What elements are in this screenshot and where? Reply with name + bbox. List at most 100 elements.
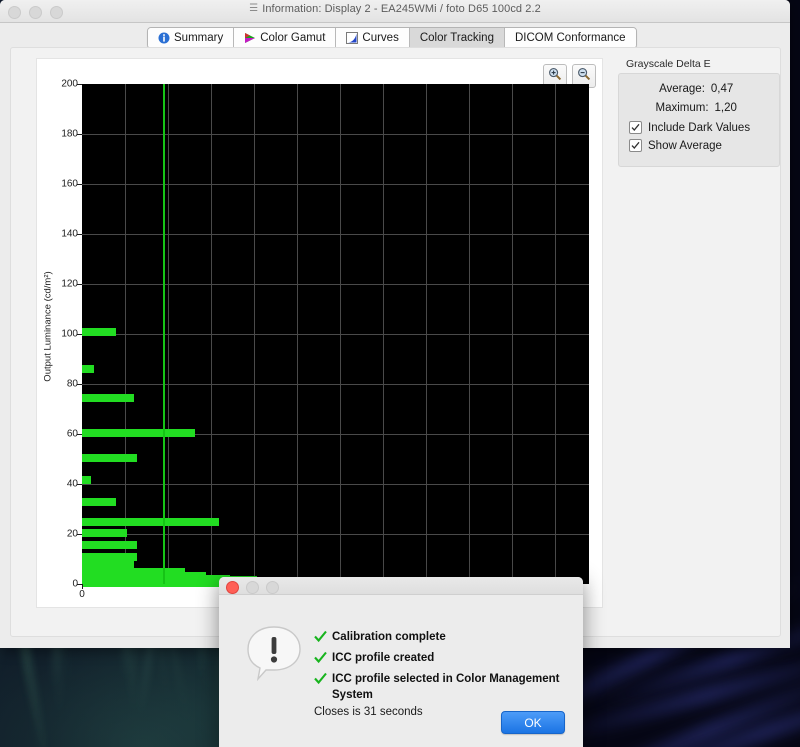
y-axis-tick-mark	[77, 234, 82, 235]
maximize-button[interactable]	[266, 581, 279, 594]
gridline-vertical	[555, 84, 556, 584]
delta-e-chart: Output Luminance (cd/m²) 020406080100120…	[37, 59, 602, 607]
gridline-horizontal	[82, 484, 589, 485]
y-axis-title-text: Output Luminance (cd/m²)	[43, 232, 54, 422]
gridline-horizontal	[82, 284, 589, 285]
y-axis-tick-mark	[77, 534, 82, 535]
gridline-vertical	[254, 84, 255, 584]
x-axis-tick-label: 0	[79, 589, 85, 600]
bar	[82, 328, 116, 336]
dialog-titlebar	[219, 577, 583, 595]
ok-button[interactable]: OK	[501, 711, 565, 734]
y-axis-tick-label: 200	[61, 79, 78, 90]
tab-curves-label: Curves	[362, 32, 398, 44]
gridline-horizontal	[82, 384, 589, 385]
window-titlebar: ☰ Information: Display 2 - EA245WMi / fot…	[0, 0, 790, 23]
gridline-vertical	[125, 84, 126, 584]
y-axis-tick-mark	[77, 484, 82, 485]
message-text: Calibration complete	[332, 629, 446, 645]
tab-curves[interactable]: Curves	[336, 28, 409, 48]
maximum-value: 1,20	[715, 102, 743, 114]
gridline-horizontal	[82, 234, 589, 235]
y-axis-tick-mark	[77, 184, 82, 185]
message-item: ICC profile created	[314, 650, 574, 669]
bar	[82, 529, 127, 537]
information-window: ☰ Information: Display 2 - EA245WMi / fot…	[0, 0, 790, 648]
y-axis-tick-mark	[77, 284, 82, 285]
tab-color-tracking[interactable]: Color Tracking	[410, 28, 505, 48]
close-button[interactable]	[226, 581, 239, 594]
maximum-label: Maximum:	[655, 102, 708, 114]
document-icon: ☰	[249, 3, 258, 14]
y-axis-tick-mark	[77, 84, 82, 85]
average-label: Average:	[659, 83, 705, 95]
y-axis-tick-label: 160	[61, 179, 78, 190]
panel-box: Average: 0,47 Maximum: 1,20 Include Dark…	[618, 73, 780, 167]
gridline-horizontal	[82, 334, 589, 335]
y-axis-tick-mark	[77, 384, 82, 385]
dialog-traffic-lights[interactable]	[226, 581, 279, 594]
check-icon	[314, 651, 327, 669]
bar	[82, 476, 91, 484]
average-line	[163, 84, 165, 584]
checkbox-checked-icon	[629, 121, 642, 134]
tab-summary-label: Summary	[174, 32, 223, 44]
tab-color-tracking-label: Color Tracking	[420, 32, 494, 44]
gridline-vertical	[168, 84, 169, 584]
tab-color-gamut-label: Color Gamut	[260, 32, 325, 44]
y-axis-tick-mark	[77, 434, 82, 435]
message-text: ICC profile created	[332, 650, 434, 666]
y-axis-tick-label: 120	[61, 279, 78, 290]
bar	[82, 518, 219, 526]
y-axis-tick-label: 100	[61, 329, 78, 340]
y-axis-tick-label: 140	[61, 229, 78, 240]
gridline-vertical	[297, 84, 298, 584]
gridline-vertical	[383, 84, 384, 584]
dialog-body: Calibration complete ICC profile created…	[219, 595, 583, 747]
calibration-complete-dialog: Calibration complete ICC profile created…	[219, 577, 583, 747]
average-value: 0,47	[711, 83, 739, 95]
gridline-horizontal	[82, 134, 589, 135]
show-average-checkbox[interactable]: Show Average	[629, 139, 769, 152]
y-axis-tick-mark	[77, 134, 82, 135]
countdown-text: Closes is 31 seconds	[314, 706, 423, 718]
show-average-label: Show Average	[648, 140, 722, 152]
y-axis-title: Output Luminance (cd/m²)	[39, 59, 53, 607]
tab-bar: Summary Color Gamut Curves Color Trackin…	[0, 23, 790, 48]
gamut-triangle-icon	[244, 32, 256, 44]
include-dark-values-checkbox[interactable]: Include Dark Values	[629, 121, 769, 134]
chart-card: Output Luminance (cd/m²) 020406080100120…	[37, 59, 602, 607]
tab-dicom-conformance[interactable]: DICOM Conformance	[505, 28, 636, 48]
y-axis-tick-label: 180	[61, 129, 78, 140]
minimize-button[interactable]	[246, 581, 259, 594]
gridline-vertical	[340, 84, 341, 584]
tab-color-gamut[interactable]: Color Gamut	[234, 28, 336, 48]
bar	[82, 429, 195, 437]
gridline-vertical	[211, 84, 212, 584]
gridline-vertical	[426, 84, 427, 584]
gridline-horizontal	[82, 184, 589, 185]
y-axis-tick-mark	[77, 334, 82, 335]
check-icon	[314, 672, 327, 690]
tab-summary[interactable]: Summary	[148, 28, 234, 48]
checkbox-checked-icon	[629, 139, 642, 152]
bar	[82, 553, 137, 561]
tab-content-panel: Output Luminance (cd/m²) 020406080100120…	[10, 47, 781, 637]
plot-area: 020406080100120140160180200 012	[82, 84, 589, 584]
message-list: Calibration complete ICC profile created…	[314, 629, 574, 705]
message-item: Calibration complete	[314, 629, 574, 648]
tab-dicom-conformance-label: DICOM Conformance	[515, 32, 626, 44]
grayscale-delta-e-panel: Grayscale Delta E Average: 0,47 Maximum:…	[618, 56, 780, 167]
tab-group[interactable]: Summary Color Gamut Curves Color Trackin…	[147, 27, 637, 49]
bar	[82, 498, 116, 506]
panel-title: Grayscale Delta E	[618, 56, 780, 73]
bar	[82, 454, 137, 462]
maximum-row: Maximum: 1,20	[629, 102, 769, 114]
gridline-vertical	[512, 84, 513, 584]
info-icon	[158, 32, 170, 44]
gridline-vertical	[469, 84, 470, 584]
average-row: Average: 0,47	[629, 83, 769, 95]
window-title: ☰ Information: Display 2 - EA245WMi / fot…	[0, 3, 790, 15]
window-title-text: Information: Display 2 - EA245WMi / foto…	[262, 3, 541, 15]
bar	[82, 541, 137, 549]
